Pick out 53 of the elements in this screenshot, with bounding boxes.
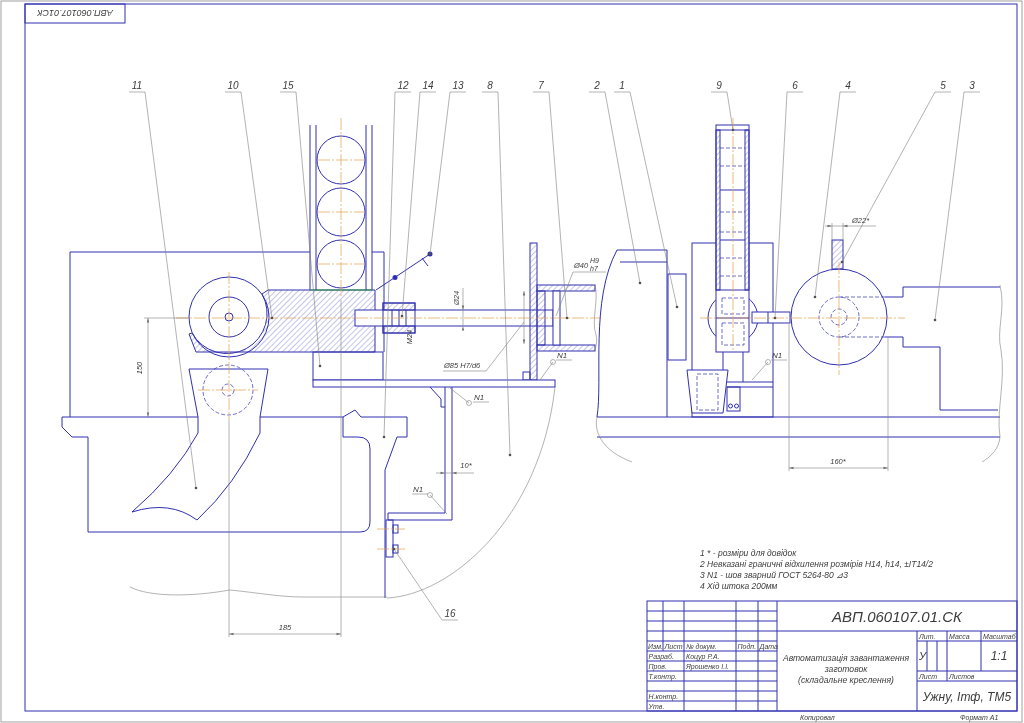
- pneumatic-cylinder: [536, 284, 597, 352]
- callout-number: 4: [845, 80, 851, 91]
- note-text: 1 * - розміри для довідок: [700, 548, 797, 558]
- leader-line: [411, 493, 448, 515]
- linkage-lever: [375, 251, 433, 291]
- workpiece: [316, 187, 366, 237]
- weld-label: N1: [413, 485, 424, 494]
- weld-symbol-icon: [427, 492, 433, 498]
- weld-label: N1: [772, 351, 783, 360]
- callout-number: 11: [131, 80, 143, 91]
- dimension-line: [824, 222, 877, 241]
- note-text: 2 Невказані граничні відхилення розмірів Н14, h14, ±IT14/2: [700, 559, 933, 569]
- organization-name: Ужну, Ітф, ТМ5: [922, 690, 1012, 704]
- weld-label: N1: [557, 351, 568, 360]
- callout-number: 16: [444, 608, 456, 619]
- bearing: [726, 386, 741, 412]
- callout-number: 1: [619, 80, 625, 91]
- callout-number: 9: [716, 80, 722, 91]
- stem: [831, 239, 844, 270]
- callout-number: 3: [969, 80, 975, 91]
- callout-number: 10: [227, 80, 239, 91]
- note-text: 4 Хід штока 200мм: [700, 581, 778, 591]
- leader-line: [710, 91, 735, 132]
- weld-label: N1: [474, 393, 485, 402]
- dimension-line: [435, 471, 475, 475]
- center-line: [376, 528, 406, 530]
- dimension-line: [555, 271, 607, 317]
- callout-number: 14: [422, 80, 434, 91]
- letter-value: У: [919, 650, 926, 662]
- leader-line: [539, 359, 573, 381]
- callout-number: 2: [594, 80, 600, 91]
- weld-symbol-icon: [765, 359, 771, 365]
- callout-number: 15: [282, 80, 294, 91]
- callout-number: 8: [487, 80, 493, 91]
- leader-line: [751, 359, 788, 381]
- callout-number: 7: [538, 80, 544, 91]
- workpiece: [316, 239, 366, 289]
- break-line: [596, 416, 633, 463]
- stamp-text: АВП.060107.01СК: [37, 8, 113, 19]
- center-line: [376, 548, 406, 550]
- mounting-plate: [385, 519, 394, 558]
- weld-symbol-icon: [550, 359, 556, 365]
- flange-foot: [522, 371, 531, 381]
- callout-number: 6: [792, 80, 798, 91]
- note-text: 3 N1 - шов зварний ГОСТ 5264-80 ⊿3: [700, 570, 848, 580]
- scale-value: 1:1: [990, 649, 1008, 663]
- weld-symbol-icon: [466, 400, 472, 406]
- callout-number: 5: [940, 80, 946, 91]
- drawing-number: АВП.060107.01.СК: [832, 608, 962, 625]
- workpiece: [316, 135, 366, 185]
- drawing-title: Автоматизація завантаження заготовок (складальне креслення): [782, 653, 910, 685]
- callout-number: 13: [452, 80, 464, 91]
- callout-number: 12: [397, 80, 409, 91]
